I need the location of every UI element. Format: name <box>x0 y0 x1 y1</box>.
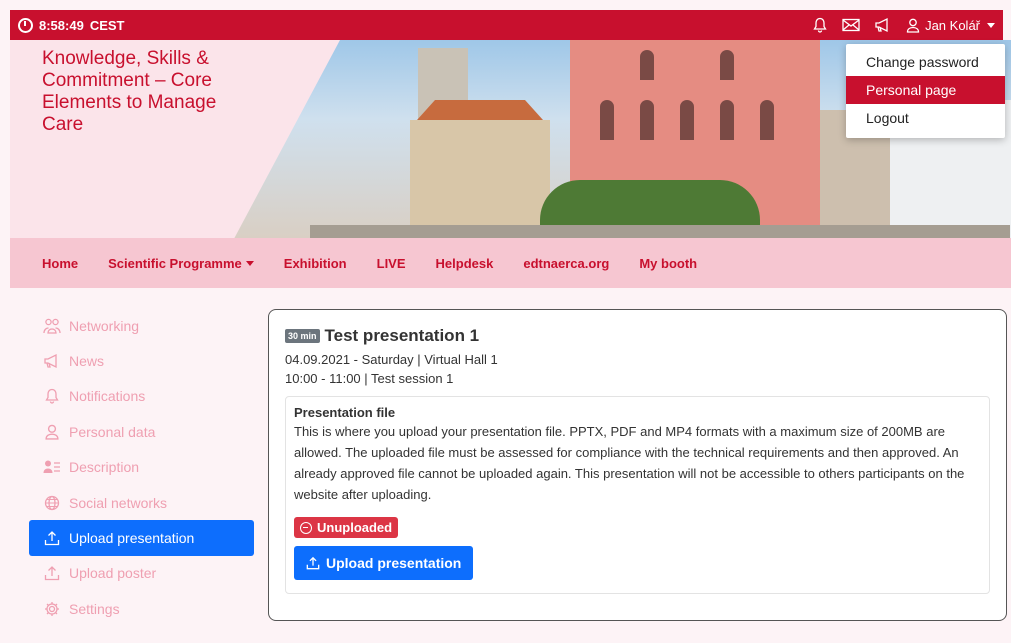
user-menu-toggle[interactable]: Jan Kolář <box>906 18 995 33</box>
sidebar-item-label: Upload poster <box>69 565 157 582</box>
status-label: Unuploaded <box>317 520 393 535</box>
sidebar-item-networking[interactable]: Networking <box>29 308 254 343</box>
chevron-down-icon <box>245 260 254 266</box>
user-dropdown-menu: Change password Personal page Logout <box>846 44 1005 138</box>
presentation-heading: 30 min Test presentation 1 <box>285 326 990 346</box>
presentation-time-line: 10:00 - 11:00 | Test session 1 <box>285 371 454 386</box>
sidebar-item-news[interactable]: News <box>29 343 254 378</box>
sidebar-item-social-networks[interactable]: Social networks <box>29 485 254 520</box>
sidebar-item-label: News <box>69 353 105 370</box>
presentation-meta: 04.09.2021 - Saturday | Virtual Hall 1 1… <box>285 350 990 388</box>
person-lines-icon <box>43 460 60 474</box>
sidebar-item-notifications[interactable]: Notifications <box>29 379 254 414</box>
person-icon <box>45 424 59 440</box>
chevron-down-icon <box>987 22 995 28</box>
megaphone-icon <box>44 354 57 369</box>
person-icon <box>906 18 920 33</box>
user-name: Jan Kolář <box>925 17 980 33</box>
sidebar-item-label: Personal data <box>69 423 156 440</box>
presentation-date-line: 04.09.2021 - Saturday | Virtual Hall 1 <box>285 352 498 367</box>
nav-scientific-programme[interactable]: Scientific Programme <box>108 256 254 271</box>
status-badge: Unuploaded <box>294 517 399 538</box>
conference-title: Knowledge, Skills & Commitment – Core El… <box>42 48 217 135</box>
sidebar-item-upload-poster[interactable]: Upload poster <box>29 556 254 591</box>
duration-badge: 30 min <box>285 329 320 343</box>
upload-icon <box>44 531 60 546</box>
main-nav: Home Scientific Programme Exhibition LIV… <box>10 238 1011 288</box>
sidebar-item-label: Upload presentation <box>69 530 195 547</box>
clock: 8:58:49 CEST <box>18 17 125 33</box>
upload-icon <box>306 556 320 569</box>
nav-edtnaerca[interactable]: edtnaerca.org <box>523 256 609 271</box>
file-section-description: This is where you upload your presentati… <box>294 424 965 502</box>
nav-my-booth[interactable]: My booth <box>639 256 697 271</box>
banner-building <box>410 120 550 230</box>
gear-icon <box>45 601 59 616</box>
presentation-file-panel: Presentation file This is where you uplo… <box>285 396 990 594</box>
menu-item-personal-page[interactable]: Personal page <box>846 76 1005 104</box>
top-bar: 8:58:49 CEST Jan Kolář <box>10 10 1003 40</box>
presentation-title: Test presentation 1 <box>324 326 480 345</box>
clock-icon <box>18 17 33 33</box>
bell-icon[interactable] <box>812 17 828 33</box>
sidebar-item-label: Description <box>69 459 140 476</box>
menu-item-change-password[interactable]: Change password <box>846 48 1005 76</box>
bell-icon <box>45 389 59 405</box>
sidebar-item-label: Notifications <box>69 388 146 405</box>
people-icon <box>43 318 61 334</box>
sidebar: Networking News Notifications Personal d… <box>29 308 254 627</box>
globe-icon <box>44 495 60 510</box>
banner-square <box>310 225 1010 238</box>
nav-scientific-programme-label: Scientific Programme <box>108 255 242 271</box>
dash-circle-icon <box>300 521 312 534</box>
clock-time: 8:58:49 <box>39 17 84 33</box>
sidebar-item-description[interactable]: Description <box>29 450 254 485</box>
presentation-card: 30 min Test presentation 1 04.09.2021 - … <box>268 309 1007 621</box>
nav-helpdesk[interactable]: Helpdesk <box>436 256 494 271</box>
upload-icon <box>44 566 60 581</box>
envelope-icon[interactable] <box>842 17 860 33</box>
megaphone-icon[interactable] <box>874 17 892 33</box>
file-section-title: Presentation file <box>294 405 396 420</box>
nav-live[interactable]: LIVE <box>377 256 406 271</box>
sidebar-item-personal-data[interactable]: Personal data <box>29 414 254 449</box>
sidebar-item-upload-presentation[interactable]: Upload presentation <box>29 520 254 556</box>
sidebar-item-settings[interactable]: Settings <box>29 591 254 626</box>
nav-home[interactable]: Home <box>42 256 78 271</box>
nav-exhibition[interactable]: Exhibition <box>284 256 347 271</box>
menu-item-logout[interactable]: Logout <box>846 104 1005 132</box>
clock-timezone: CEST <box>89 17 125 33</box>
sidebar-item-label: Networking <box>69 317 140 334</box>
sidebar-item-label: Social networks <box>69 494 168 511</box>
upload-button-label: Upload presentation <box>326 554 462 571</box>
sidebar-item-label: Settings <box>69 600 120 617</box>
upload-presentation-button[interactable]: Upload presentation <box>294 545 474 580</box>
